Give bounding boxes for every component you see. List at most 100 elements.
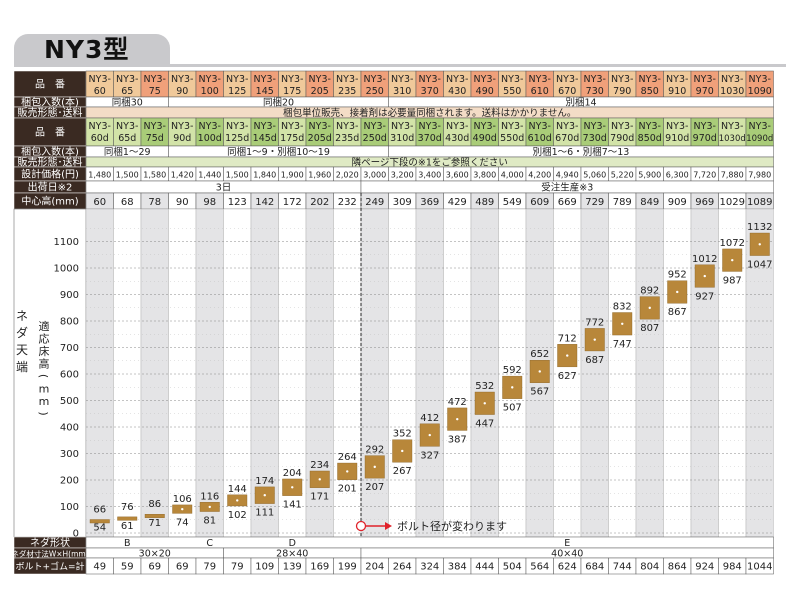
bar-min-label: 267 — [393, 466, 412, 477]
neda-cell — [85, 536, 774, 549]
bar-min-label: 807 — [640, 323, 659, 334]
price-value: 1,580 — [143, 171, 166, 180]
y-tick-label: 300 — [60, 449, 79, 460]
konpo-value: 同梱20 — [263, 97, 294, 109]
bar-min-label: 327 — [420, 450, 439, 461]
chart-column — [168, 208, 197, 538]
center-value: 969 — [695, 197, 714, 208]
model-label: 品 番 — [35, 79, 65, 91]
chart-column — [140, 208, 169, 538]
bar-min-label: 201 — [338, 484, 357, 495]
model-number: 370 — [421, 86, 439, 97]
model-number: 850 — [641, 86, 659, 97]
side-label-inner-char: 応 — [39, 332, 50, 346]
bolt-value: 624 — [558, 562, 577, 573]
bar-min-label: 74 — [176, 517, 189, 528]
model-number: 60 — [94, 86, 106, 97]
bar-max-label: 412 — [420, 413, 439, 424]
hanbai-value: 梱包単位販売、接着剤は必要量同梱されます。送料はかかりません。 — [283, 107, 576, 119]
model-number: 310 — [393, 86, 411, 97]
range-bar-dot — [428, 433, 431, 437]
bar-max-label: 264 — [338, 452, 357, 463]
model-prefix: NY3- — [309, 74, 331, 85]
model-d-prefix: NY3- — [749, 121, 771, 132]
price-value: 1,840 — [253, 171, 276, 180]
center-value: 232 — [338, 197, 357, 208]
model-number: 790 — [613, 86, 631, 97]
range-bar-dot — [263, 494, 266, 497]
model-d-number: 670d — [555, 133, 579, 144]
bar-max-label: 76 — [121, 502, 134, 513]
bar-max-label: 1012 — [692, 254, 717, 265]
model-prefix: NY3- — [474, 74, 496, 85]
chart-column — [388, 208, 417, 538]
model-prefix: NY3- — [89, 74, 111, 85]
price-value: 5,900 — [638, 171, 661, 180]
bar-max-label: 772 — [585, 317, 604, 328]
center-value: 909 — [668, 197, 687, 208]
bolt-value: 384 — [448, 562, 467, 573]
konpo2-label: 梱包入数(本) — [21, 145, 79, 158]
range-bar — [117, 516, 138, 521]
model-d-number: 850d — [638, 133, 662, 144]
model-d-number: 90d — [173, 133, 191, 144]
price-value: 5,060 — [583, 171, 606, 180]
y-tick-label: 1100 — [54, 237, 79, 248]
bolt-value: 564 — [530, 562, 549, 573]
model-d-prefix: NY3- — [446, 121, 468, 132]
model-number: 65 — [121, 86, 133, 97]
model-d-prefix: NY3- — [391, 121, 413, 132]
bar-max-label: 832 — [613, 302, 632, 313]
model-prefix: NY3- — [226, 74, 248, 85]
price-value: 7,980 — [748, 171, 771, 180]
model-prefix: NY3- — [529, 74, 551, 85]
bar-min-label: 747 — [613, 339, 632, 350]
bolt-value: 49 — [93, 562, 106, 573]
price-value: 4,200 — [528, 171, 551, 180]
bolt-value: 204 — [365, 562, 384, 573]
konpo2-value: 別梱1～6・別梱7～13 — [533, 146, 630, 158]
side-label-inner-char: 高 — [39, 357, 50, 371]
y-tick-label: 100 — [60, 502, 79, 513]
chart-column — [113, 208, 142, 538]
model-d-number: 790d — [610, 133, 634, 144]
bar-max-label: 116 — [200, 491, 219, 502]
range-bar-dot — [208, 505, 211, 509]
range-bar-dot — [346, 470, 349, 473]
bolt-value: 984 — [723, 562, 742, 573]
side-label-outer-char: 端 — [16, 360, 28, 374]
bolt-value: 139 — [283, 562, 302, 573]
model-d-prefix: NY3- — [226, 121, 248, 132]
bolt-value: 804 — [640, 562, 659, 573]
bar-min-label: 987 — [723, 275, 742, 286]
center-label: 中心高(mm) — [21, 195, 78, 208]
price-value: 1,440 — [198, 171, 221, 180]
model-d-prefix: NY3- — [89, 121, 111, 132]
model-d-number: 490d — [473, 133, 497, 144]
model-number: 100 — [201, 86, 219, 97]
model-d-prefix: NY3- — [639, 121, 661, 132]
chart-column — [195, 208, 224, 538]
center-value: 489 — [475, 197, 494, 208]
range-bar-dot — [731, 258, 734, 262]
model-number: 1090 — [748, 86, 772, 97]
bolt-value: 79 — [203, 562, 216, 573]
bar-min-label: 171 — [310, 492, 329, 503]
konpo2-value: 同梱1～9・別梱10～19 — [227, 146, 330, 158]
y-tick-label: 900 — [60, 290, 79, 301]
neda-value: C — [206, 538, 213, 549]
model-number: 490 — [476, 86, 494, 97]
model-number: 1030 — [720, 86, 744, 97]
model-number: 550 — [503, 86, 521, 97]
model-d-number: 175d — [280, 133, 304, 144]
price-value: 5,220 — [611, 171, 634, 180]
range-bar-dot — [318, 478, 321, 481]
price-value: 3,200 — [391, 171, 414, 180]
neda-value: D — [289, 538, 296, 549]
model-prefix: NY3- — [639, 74, 661, 85]
center-value: 90 — [176, 197, 189, 208]
model-number: 145 — [256, 86, 274, 97]
y-tick-label: 800 — [60, 317, 79, 328]
range-bar-dot — [648, 306, 651, 310]
bar-max-label: 174 — [255, 476, 274, 487]
